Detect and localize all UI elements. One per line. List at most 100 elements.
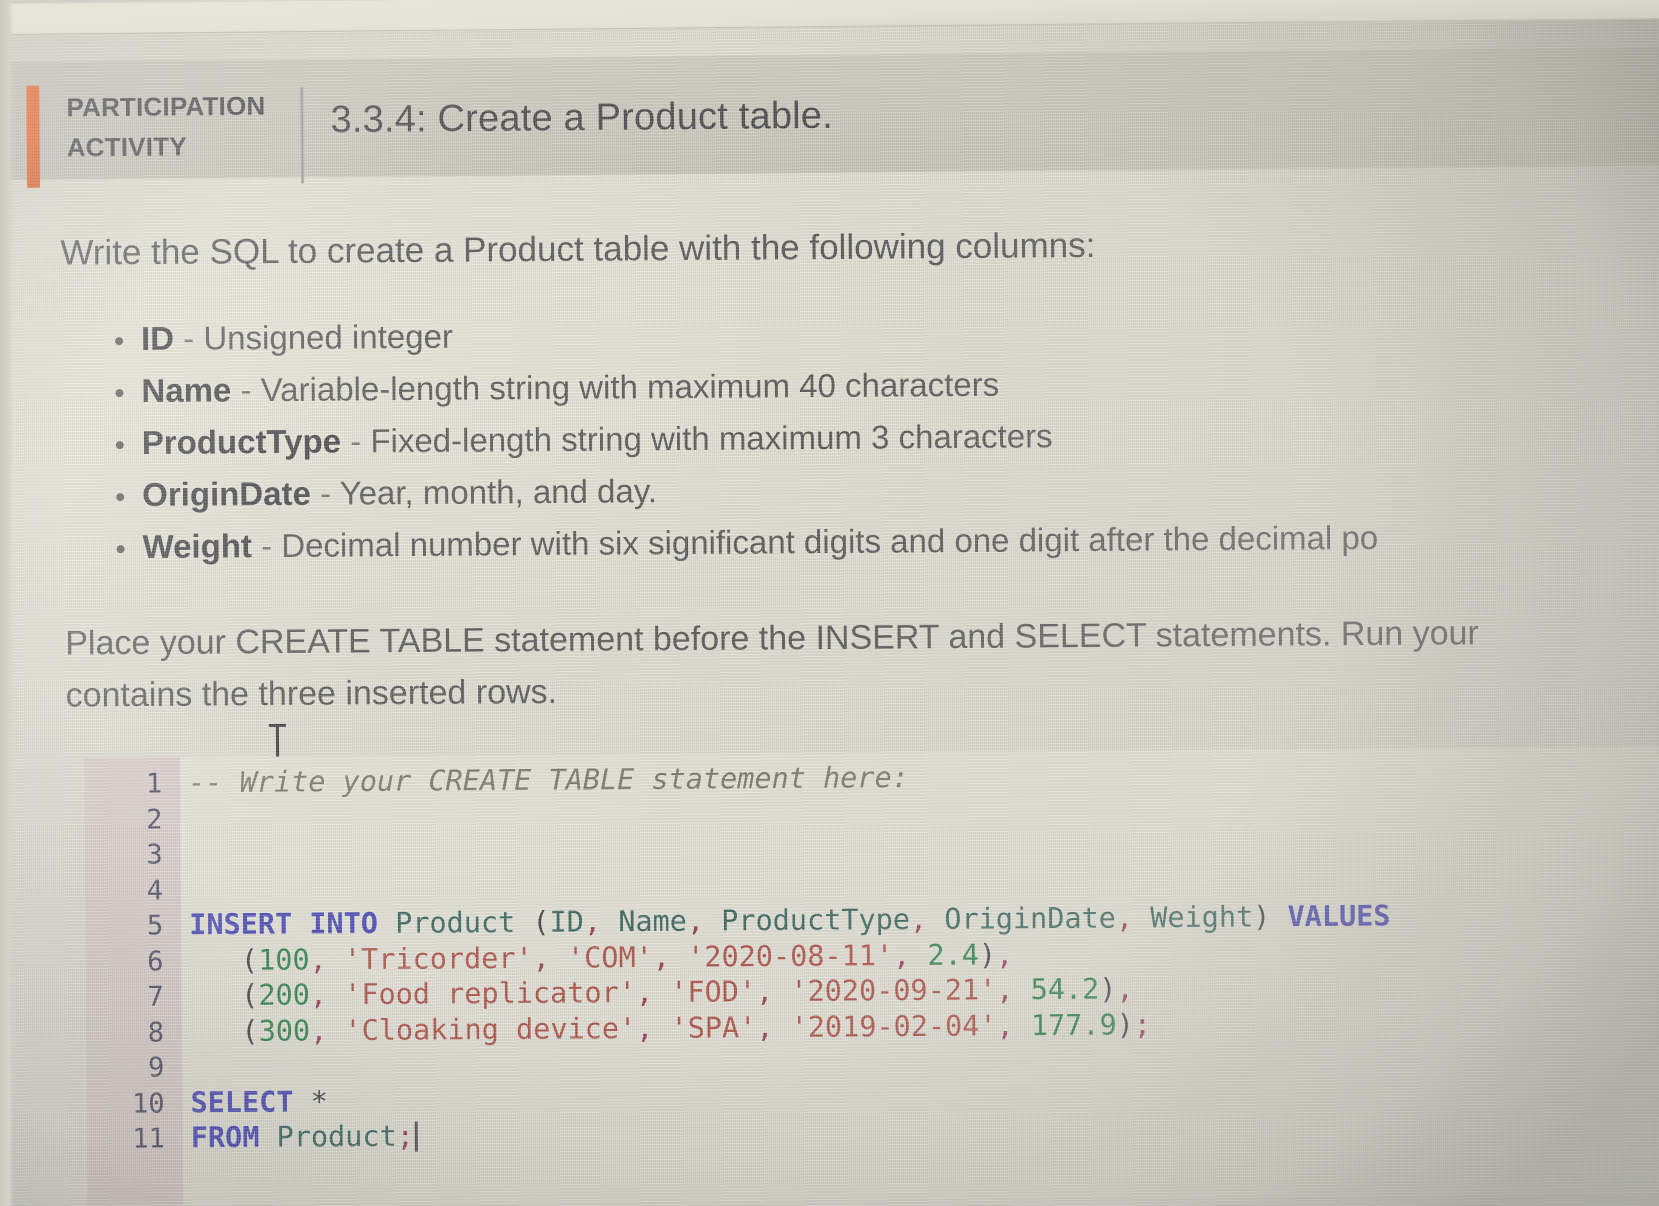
- code-token-id: Product: [276, 1119, 397, 1154]
- column-term: Weight: [142, 527, 253, 565]
- instruction-lead: Write the SQL to create a Product table …: [60, 225, 1096, 273]
- code-token-punc: ,: [635, 975, 654, 1009]
- code-line-text[interactable]: -- Write your CREATE TABLE statement her…: [162, 760, 909, 801]
- column-desc: Decimal number with six significant digi…: [281, 518, 1379, 564]
- line-number: 11: [132, 1123, 165, 1155]
- line-number: 9: [147, 1052, 165, 1084]
- line-number: 1: [145, 768, 163, 800]
- code-token-num: 54.2: [1030, 972, 1100, 1007]
- activity-header: PARTICIPATION ACTIVITY 3.3.4: Create a P…: [0, 48, 1659, 188]
- code-token-plain: *: [293, 1084, 328, 1118]
- column-dash: -: [173, 319, 204, 357]
- code-token-punc: ,: [909, 902, 928, 936]
- code-token-punc: ,: [996, 973, 1014, 1007]
- code-token-plain: ): [1116, 1007, 1134, 1041]
- code-token-str: 'Cloaking device': [344, 1011, 637, 1047]
- code-token-plain: (: [189, 978, 259, 1013]
- column-dash: -: [340, 422, 371, 460]
- code-token-punc: ,: [652, 940, 671, 974]
- line-number: 7: [147, 981, 164, 1013]
- line-number: 2: [146, 803, 163, 836]
- code-token-kw: SELECT: [190, 1084, 294, 1119]
- activity-accent-bar: [26, 85, 41, 188]
- code-token-plain: ): [978, 937, 997, 971]
- code-token-punc: ;: [396, 1119, 414, 1153]
- code-line-text[interactable]: FROM Product;: [165, 1119, 418, 1156]
- code-token-punc: ,: [756, 1010, 774, 1044]
- column-dash: -: [310, 474, 340, 512]
- code-token-plain: (: [189, 1014, 259, 1048]
- line-number: 3: [146, 839, 163, 871]
- code-token-num: 300: [258, 1013, 311, 1048]
- code-token-num: 100: [258, 942, 310, 977]
- code-token-kw: FROM: [190, 1120, 260, 1155]
- code-token-plain: ): [1099, 972, 1117, 1006]
- code-token-punc: ,: [532, 941, 550, 975]
- column-desc: Year, month, and day.: [339, 472, 658, 512]
- code-token-id: Name: [618, 904, 688, 939]
- closing-instructions: Place your CREATE TABLE statement before…: [65, 606, 1659, 722]
- sql-code-editor[interactable]: 1 -- Write your CREATE TABLE statement he…: [84, 746, 1659, 1206]
- code-token-plain: (: [189, 943, 259, 977]
- code-token-punc: ,: [1115, 901, 1134, 935]
- code-token-num: 2.4: [927, 937, 980, 972]
- code-token-str: 'Tricorder': [343, 941, 533, 976]
- code-token-punc: ,: [310, 1013, 328, 1047]
- line-number: 4: [146, 874, 164, 907]
- code-token-punc: ,: [686, 904, 705, 938]
- line-number: 6: [147, 945, 164, 978]
- column-desc: Variable-length string with maximum 40 c…: [260, 365, 1000, 409]
- line-number: 8: [147, 1016, 165, 1049]
- code-token-id: Product: [395, 905, 516, 940]
- code-token-punc: ,: [996, 1008, 1014, 1042]
- column-desc: Unsigned integer: [203, 317, 454, 357]
- column-term: OriginDate: [142, 474, 312, 513]
- line-number: 5: [146, 910, 164, 942]
- code-text-area[interactable]: 1 -- Write your CREATE TABLE statement he…: [84, 754, 1659, 1206]
- code-token-id: OriginDate: [944, 901, 1117, 936]
- code-token-punc: ;: [1133, 1007, 1152, 1041]
- code-line-text[interactable]: SELECT *: [164, 1084, 328, 1121]
- code-token-plain: ): [1253, 900, 1288, 934]
- code-token-plain: (: [515, 905, 550, 939]
- code-token-punc: ,: [995, 937, 1014, 971]
- code-token-str: 'FOD': [670, 975, 757, 1009]
- code-token-num: 177.9: [1030, 1007, 1117, 1042]
- code-token-punc: ,: [309, 978, 328, 1012]
- code-token-id: Weight: [1150, 900, 1254, 935]
- code-token-punc: ,: [755, 974, 774, 1009]
- kicker-line-1: PARTICIPATION: [66, 90, 266, 123]
- column-term: ID: [140, 319, 175, 357]
- code-token-num: 200: [258, 978, 310, 1012]
- code-token-punc: ,: [309, 942, 327, 976]
- code-token-id: ID: [549, 905, 585, 939]
- screenshot-root: PARTICIPATION ACTIVITY 3.3.4: Create a P…: [0, 0, 1659, 1206]
- column-desc: Fixed-length string with maximum 3 chara…: [370, 417, 1053, 460]
- column-term: Name: [141, 371, 232, 409]
- column-dash: -: [251, 526, 282, 565]
- code-token-str: 'COM': [566, 940, 653, 974]
- code-token-str: '2020-09-21': [790, 973, 997, 1008]
- page-title: 3.3.4: Create a Product table.: [330, 94, 834, 142]
- text-caret: [414, 1121, 418, 1152]
- code-token-str: 'SPA': [670, 1010, 757, 1045]
- code-token-str: '2020-08-11': [687, 938, 894, 974]
- code-token-comment: -- Write your CREATE TABLE statement her…: [188, 760, 909, 800]
- column-requirements-list: ID - Unsigned integer Name - Variable-le…: [97, 302, 1659, 574]
- code-token-kw: VALUES: [1287, 899, 1391, 934]
- code-token-punc: ,: [1116, 972, 1134, 1006]
- column-term: ProductType: [141, 422, 342, 461]
- participation-activity-label: PARTICIPATION ACTIVITY: [66, 85, 307, 167]
- code-token-punc: ,: [636, 1011, 654, 1045]
